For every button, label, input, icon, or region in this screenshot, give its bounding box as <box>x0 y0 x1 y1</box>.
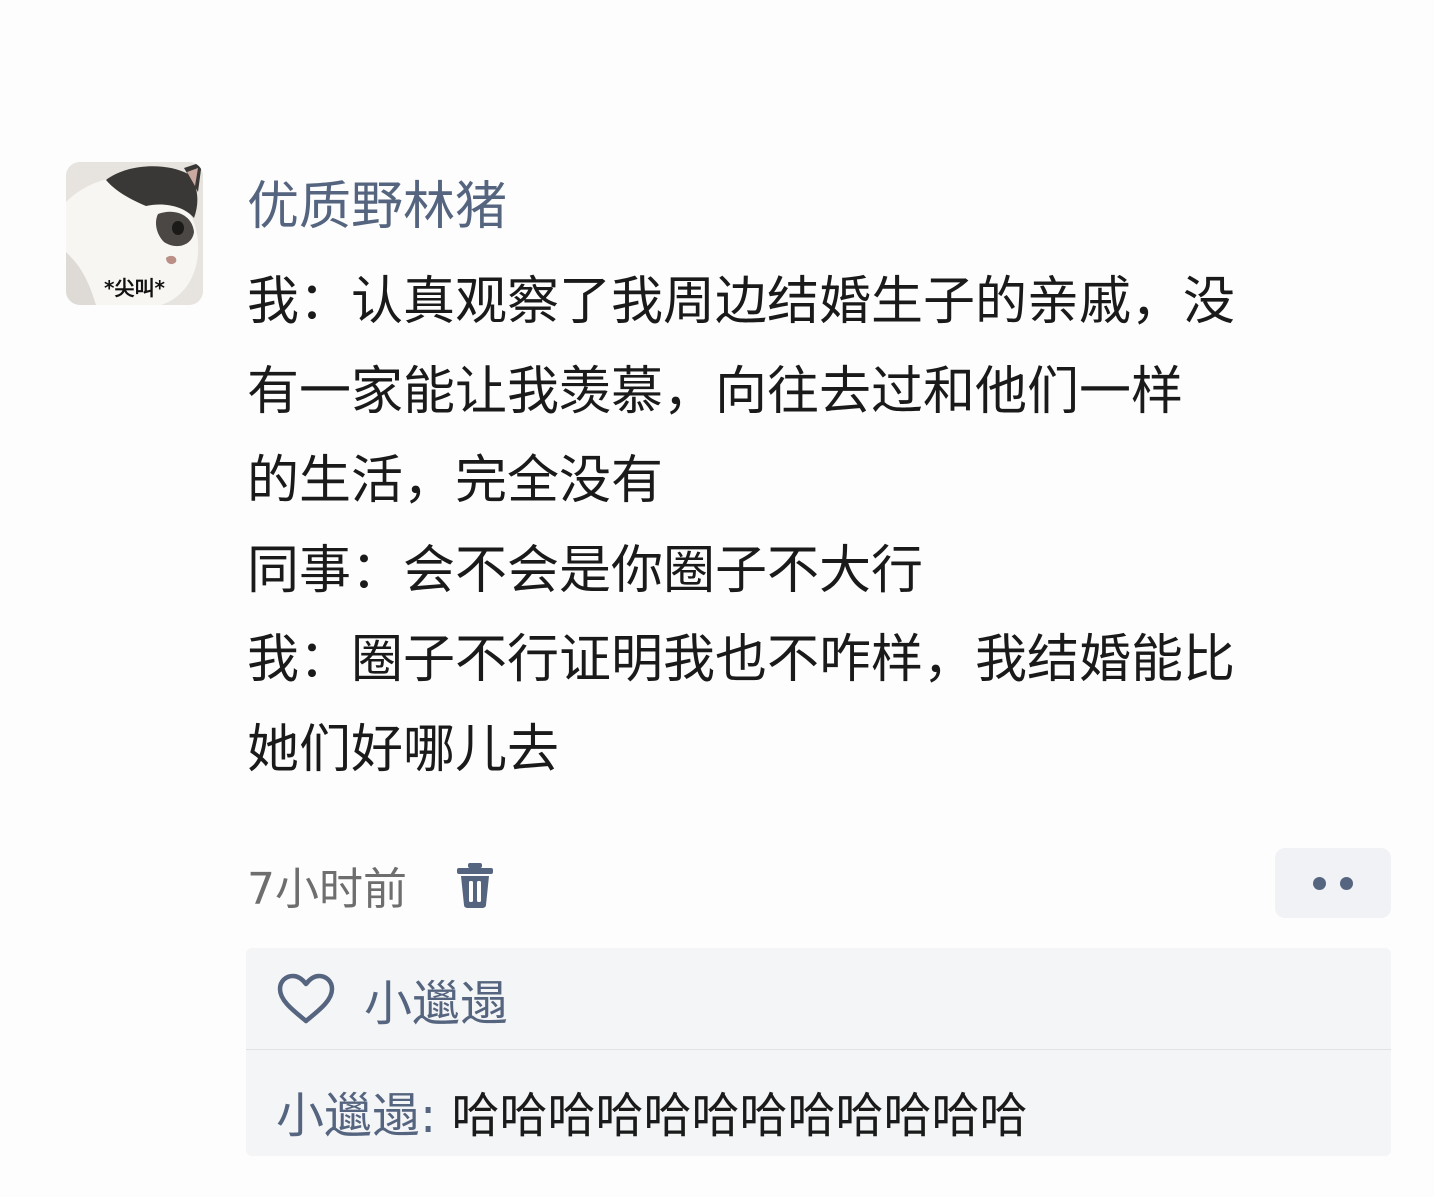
reply-item[interactable]: 小邋遢: 哈哈哈哈哈哈哈哈哈哈哈哈 <box>276 1076 1027 1146</box>
comment-line: 同事：会不会是你圈子不大行 <box>247 540 924 601</box>
interaction-panel: 小邋遢 小邋遢: 哈哈哈哈哈哈哈哈哈哈哈哈 <box>246 948 1391 1156</box>
comment-page: *尖叫* 优质野林猪 我：认真观察了我周边结婚生子的亲戚，没 有一家能让我羡慕，… <box>0 0 1434 1197</box>
avatar-caption: *尖叫* <box>104 276 165 300</box>
delete-button[interactable] <box>453 859 497 911</box>
avatar[interactable]: *尖叫* <box>66 162 203 305</box>
comment-line: 的生活，完全没有 <box>247 451 664 511</box>
more-options-button[interactable] <box>1275 848 1391 918</box>
heart-icon[interactable] <box>276 973 336 1025</box>
comment-line: 我：认真观察了我周边结婚生子的亲戚，没 <box>247 272 1236 332</box>
likes-row: 小邋遢 <box>246 948 1391 1050</box>
liker-name[interactable]: 小邋遢 <box>364 964 508 1034</box>
comment-line: 她们好哪儿去 <box>247 719 560 780</box>
timestamp: 7小时前 <box>247 864 407 915</box>
reply-text: 哈哈哈哈哈哈哈哈哈哈哈哈 <box>451 1088 1028 1144</box>
comment-text: 我：认真观察了我周边结婚生子的亲戚，没 有一家能让我羡慕，向往去过和他们一样 的… <box>247 258 1387 795</box>
comment-line: 我：圈子不行证明我也不咋样，我结婚能比 <box>247 630 1236 690</box>
comment-line: 有一家能让我羡慕，向往去过和他们一样 <box>247 361 1184 422</box>
reply-separator: : <box>420 1088 452 1144</box>
more-dots-icon <box>1340 876 1353 890</box>
trash-icon <box>457 863 493 908</box>
comment-meta: 7小时前 <box>247 852 497 918</box>
comment-author[interactable]: 优质野林猪 <box>247 172 507 242</box>
reply-author[interactable]: 小邋遢 <box>276 1088 420 1144</box>
more-dots-icon <box>1313 876 1326 890</box>
